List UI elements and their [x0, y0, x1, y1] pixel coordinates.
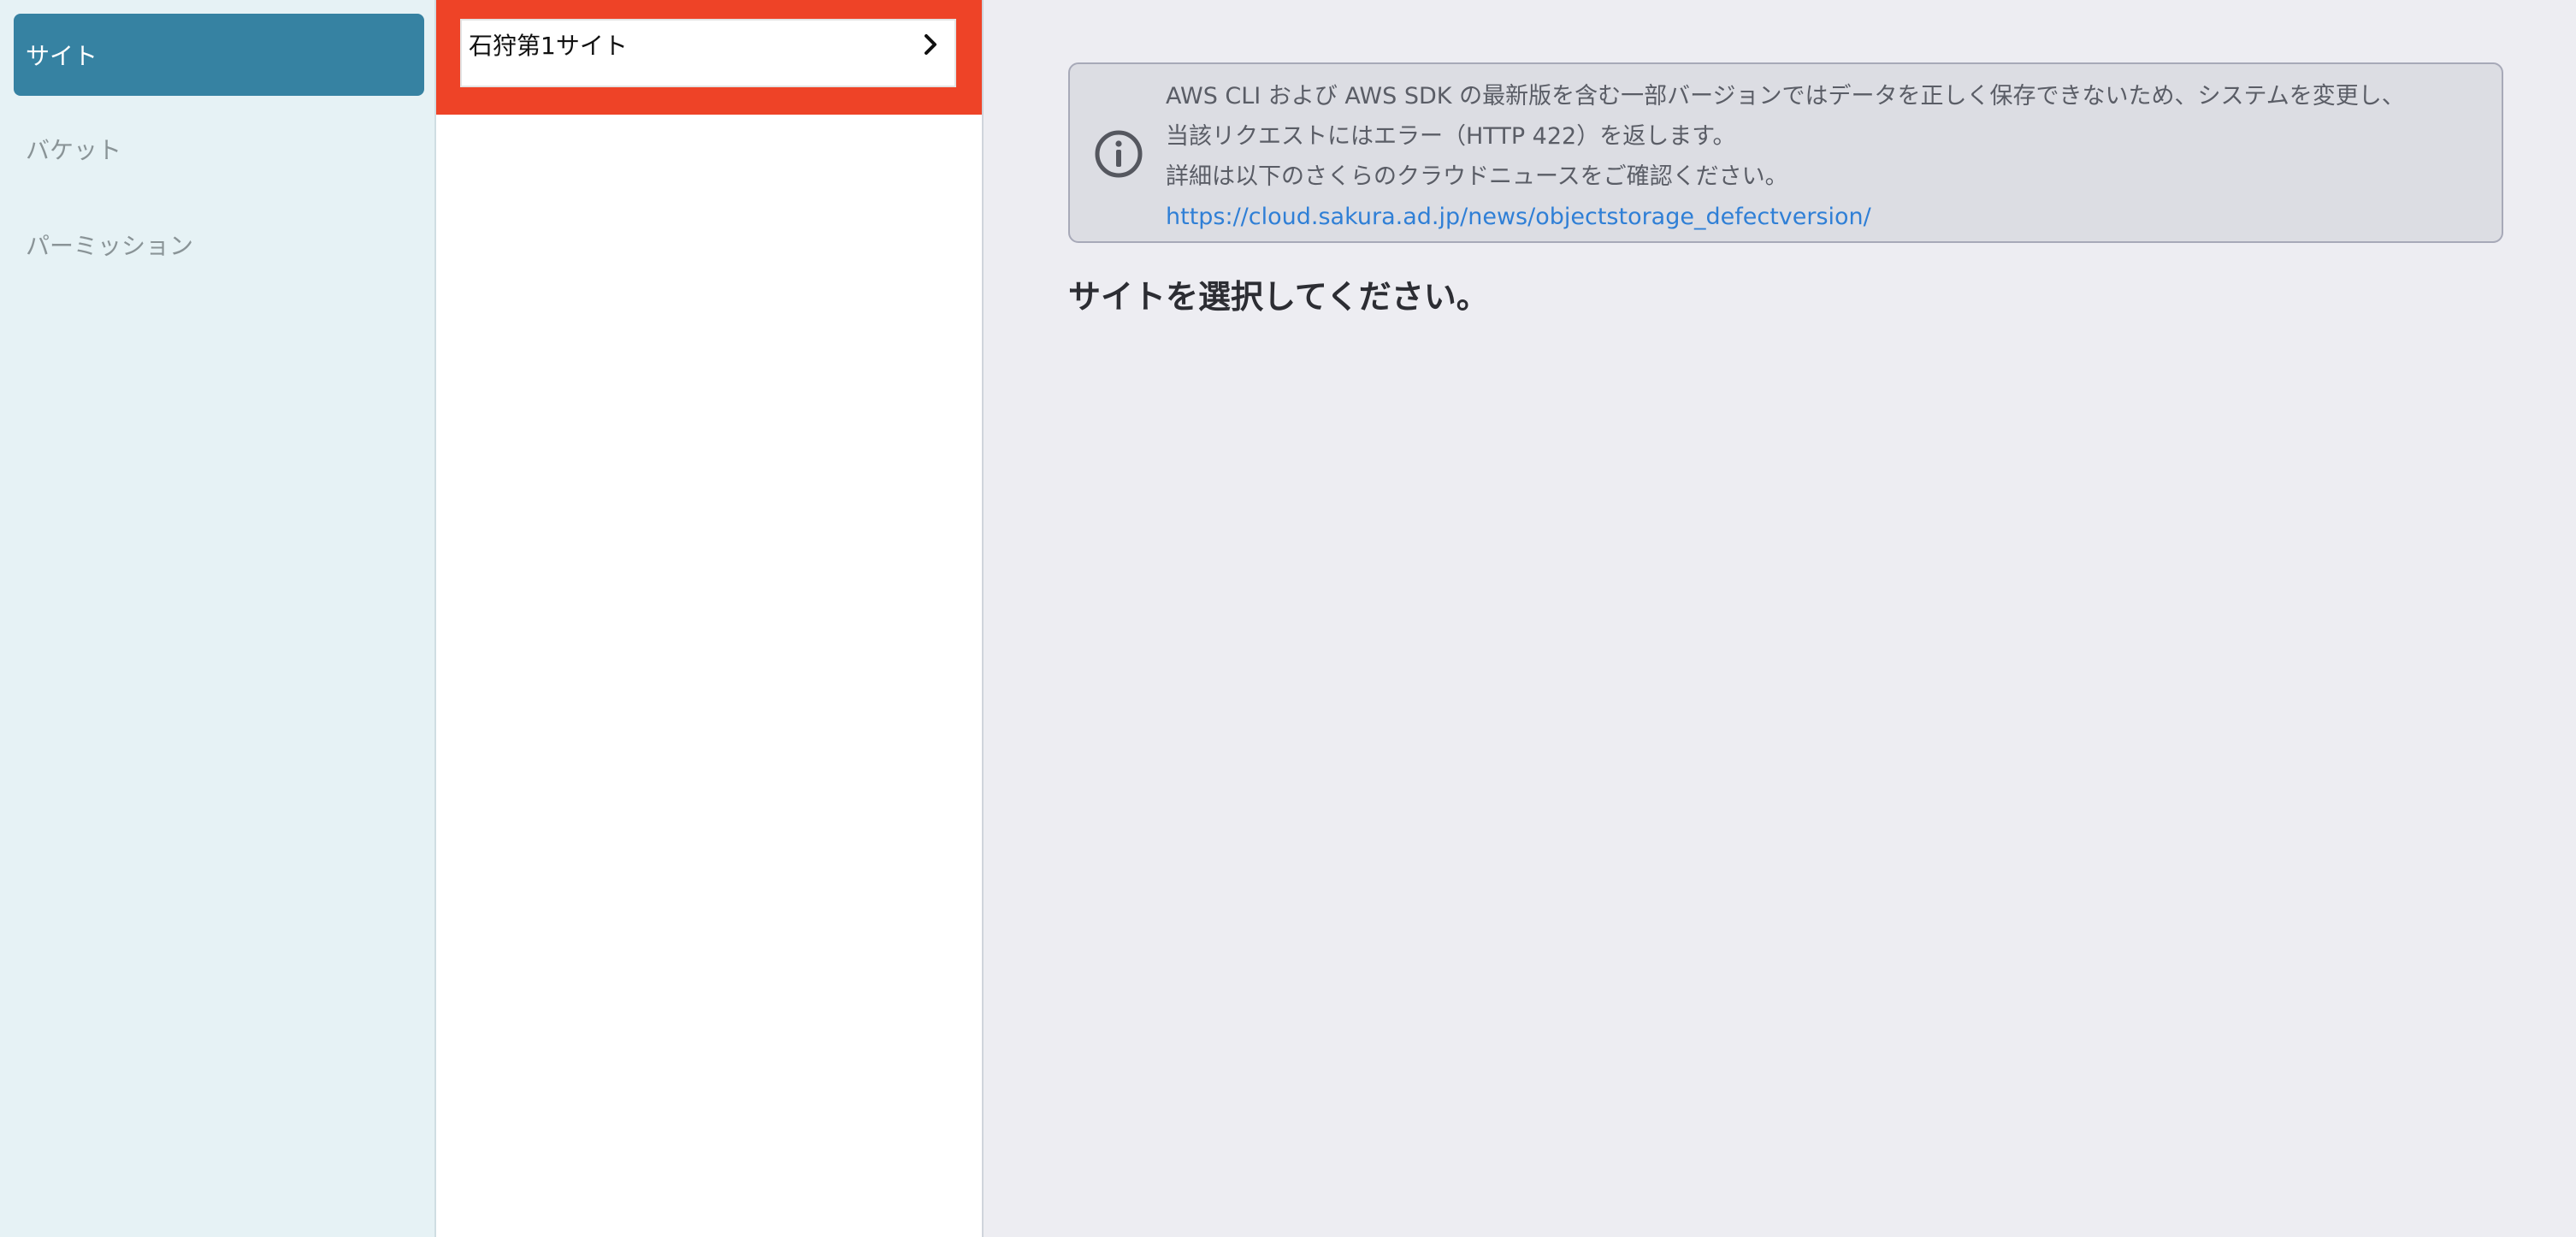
sidebar-item-bucket[interactable]: バケット: [14, 108, 424, 190]
sidebar-item-permission[interactable]: パーミッション: [14, 204, 424, 286]
chevron-right-icon: [915, 29, 946, 60]
notice-line: 当該リクエストにはエラー（HTTP 422）を返します。: [1166, 123, 1736, 150]
notice-line: AWS CLI および AWS SDK の最新版を含む一部バージョンではデータを…: [1166, 83, 2405, 109]
app-window: サイト バケット パーミッション 石狩第1サイト AWS CLI および AWS…: [0, 0, 2576, 1237]
select-site-prompt: サイトを選択してください。: [1068, 278, 1489, 316]
sidebar-item-label: パーミッション: [26, 232, 194, 260]
sidebar: サイト バケット パーミッション: [0, 0, 436, 1237]
sidebar-item-site[interactable]: サイト: [14, 14, 424, 96]
news-link[interactable]: https://cloud.sakura.ad.jp/news/objectst…: [1166, 197, 2483, 237]
info-notice: AWS CLI および AWS SDK の最新版を含む一部バージョンではデータを…: [1068, 62, 2503, 243]
site-list-panel: 石狩第1サイト: [436, 0, 984, 1237]
notice-text: AWS CLI および AWS SDK の最新版を含む一部バージョンではデータを…: [1166, 76, 2483, 237]
site-item-label: 石狩第1サイト: [469, 32, 628, 60]
info-icon: [1094, 129, 1143, 179]
sidebar-item-label: サイト: [26, 42, 98, 70]
site-list-item[interactable]: 石狩第1サイト: [460, 19, 956, 87]
sidebar-item-label: バケット: [26, 136, 122, 164]
notice-line: 詳細は以下のさくらのクラウドニュースをご確認ください。: [1166, 163, 1788, 190]
main-content: AWS CLI および AWS SDK の最新版を含む一部バージョンではデータを…: [984, 0, 2576, 1237]
